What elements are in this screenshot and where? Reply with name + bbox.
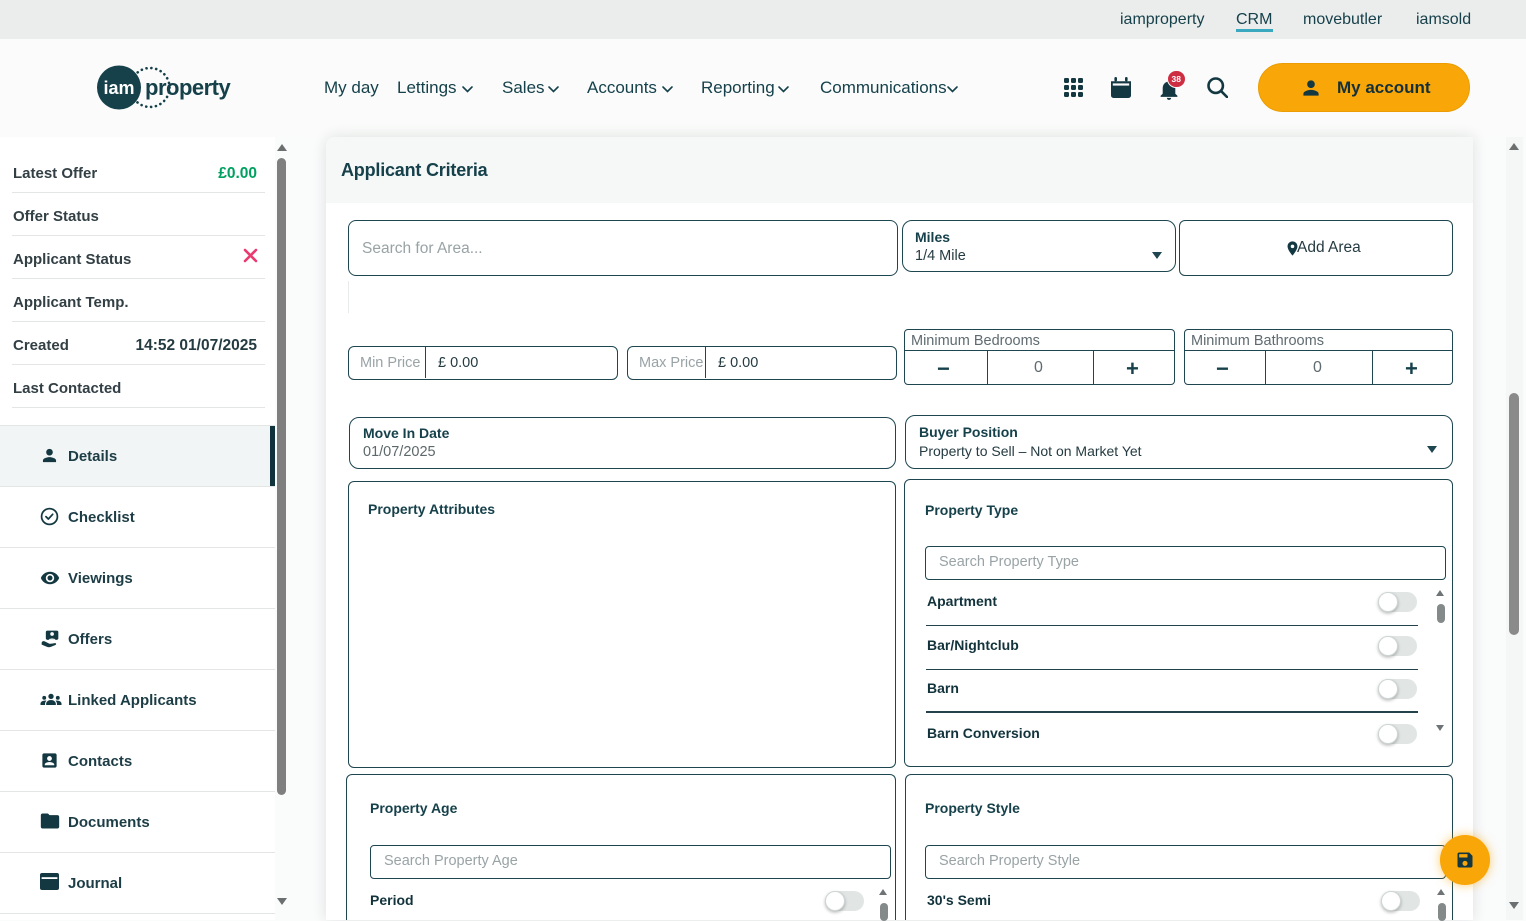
svg-text:property: property	[145, 75, 231, 100]
svg-text:iam: iam	[103, 78, 134, 98]
